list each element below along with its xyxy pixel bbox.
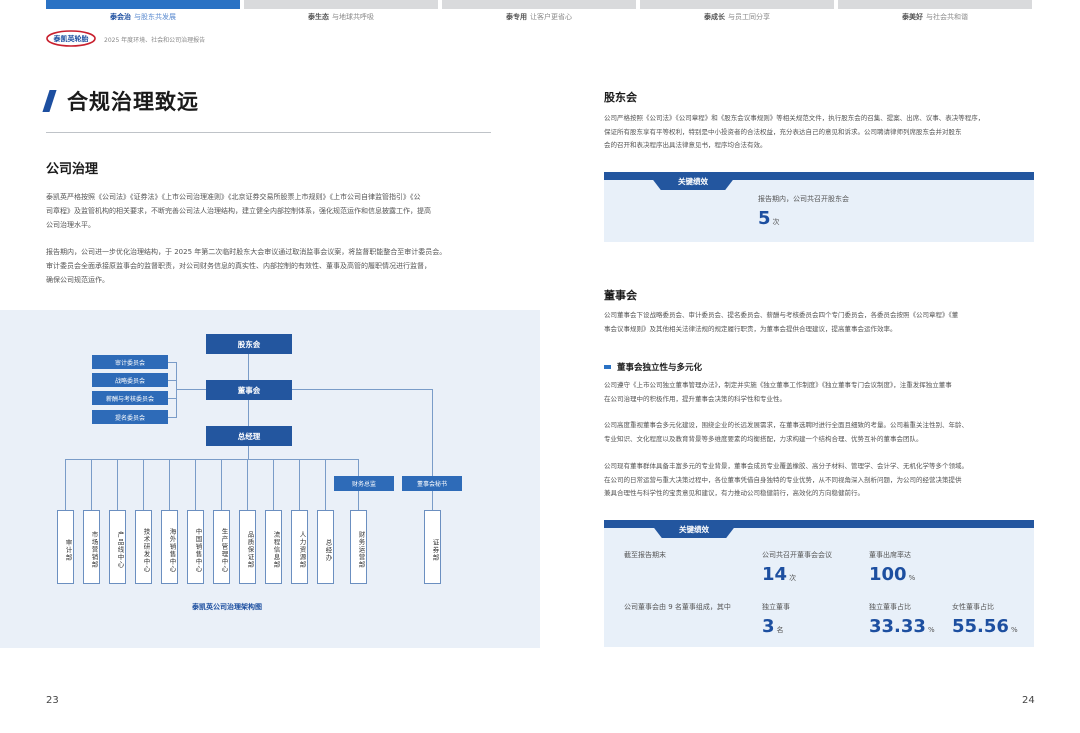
report-subtitle: 2025 年度环境、社会和公司治理报告 <box>104 37 206 44</box>
subheading-board-diversity: 董事会独立性与多元化 <box>604 361 702 373</box>
org-node-shareholders-meeting: 股东会 <box>206 334 292 354</box>
org-line <box>168 362 176 363</box>
governance-paragraph-2: 报告期内，公司进一步优化治理结构，于 2025 年第二次临时股东大会审议通过取消… <box>46 248 447 284</box>
kpi-female-ratio-label: 女性董事占比 <box>952 603 994 611</box>
org-line <box>325 459 326 510</box>
kpi-label: 报告期内，公司共召开股东会 <box>758 195 849 203</box>
section-heading-shareholders: 股东会 <box>604 91 637 104</box>
tab-label-4[interactable]: 泰成长 与员工同分享 <box>640 12 834 22</box>
org-line <box>299 459 300 510</box>
kpi-board-composition: 公司董事会由 9 名董事组成，其中 <box>624 603 731 611</box>
page-title: 合规治理致远 <box>42 86 199 116</box>
org-line <box>176 362 177 418</box>
section-tabs: 泰会治 与股东共发展 泰生态 与地球共呼吸 泰专用 让客户更省心 泰成长 与员工同分享 … <box>46 0 1080 32</box>
kpi-independent-ratio-value: 33.33% <box>869 616 935 637</box>
org-line <box>169 459 170 510</box>
kpi-meetings-value: 14 次 <box>762 564 797 585</box>
org-dept: 审计部 <box>57 510 74 584</box>
org-committee-remuneration: 薪酬与考核委员会 <box>92 391 168 405</box>
page-number-right: 24 <box>1022 695 1035 706</box>
section-heading-governance: 公司治理 <box>46 162 99 177</box>
kpi-tab-label: 关键绩效 <box>648 520 740 538</box>
org-dept: 证券部 <box>424 510 441 584</box>
kpi-female-ratio-value: 55.56% <box>952 616 1018 637</box>
org-line <box>168 398 176 399</box>
kpi-value: 5次 <box>758 208 780 229</box>
org-dept: 中国销售中心 <box>187 510 204 584</box>
tab-label-2[interactable]: 泰生态 与地球共呼吸 <box>244 12 438 22</box>
org-dept: 技术研发中心 <box>135 510 152 584</box>
svg-text:泰凯英轮胎: 泰凯英轮胎 <box>53 34 89 43</box>
org-node-general-manager: 总经理 <box>206 426 292 446</box>
tab-label-5[interactable]: 泰美好 与社会共和谐 <box>838 12 1032 22</box>
org-line <box>292 389 433 390</box>
kpi-panel-board: 关键绩效 截至报告期末 公司董事会由 9 名董事组成，其中 公司共召开董事会会议… <box>604 520 1034 647</box>
kpi-panel-shareholders: 关键绩效 报告期内，公司共召开股东会 5次 <box>604 172 1034 242</box>
org-dept: 人力资源部 <box>291 510 308 584</box>
kpi-attendance-label: 董事出席率达 <box>869 551 911 559</box>
kpi-independent-ratio-label: 独立董事占比 <box>869 603 911 611</box>
org-node-board: 董事会 <box>206 380 292 400</box>
org-line <box>358 459 359 476</box>
tab-bar-5[interactable] <box>838 0 1032 9</box>
org-line <box>176 389 206 390</box>
org-committee-strategy: 战略委员会 <box>92 373 168 387</box>
org-dept: 财务运营部 <box>350 510 367 584</box>
org-line <box>248 446 249 459</box>
tab-bar-1[interactable] <box>46 0 240 9</box>
bullet-icon <box>604 365 611 369</box>
org-line <box>143 459 144 510</box>
kpi-meetings-label: 公司共召开董事会会议 <box>762 551 832 559</box>
org-line <box>168 380 176 381</box>
kpi-tab-label: 关键绩效 <box>647 172 739 190</box>
org-line <box>358 491 359 510</box>
org-dept: 品质保证部 <box>239 510 256 584</box>
kpi-attendance-value: 100% <box>869 564 916 585</box>
section-heading-board: 董事会 <box>604 289 637 302</box>
governance-paragraph-1: 泰凯英严格按照《公司法》《证券法》《上市公司治理准则》《北京证券交易所股票上市规… <box>46 193 431 229</box>
org-line <box>117 459 118 510</box>
tab-bar-4[interactable] <box>640 0 834 9</box>
company-logo: 泰凯英轮胎 <box>46 30 96 47</box>
page-number-left: 23 <box>46 695 59 706</box>
org-line <box>65 459 359 460</box>
tab-label-3[interactable]: 泰专用 让客户更省心 <box>442 12 636 22</box>
tab-label-1[interactable]: 泰会治 与股东共发展 <box>46 12 240 22</box>
org-dept: 产品线中心 <box>109 510 126 584</box>
kpi-independent-label: 独立董事 <box>762 603 790 611</box>
org-line <box>273 459 274 510</box>
org-line <box>247 459 248 510</box>
org-committee-audit: 审计委员会 <box>92 355 168 369</box>
org-line <box>91 459 92 510</box>
org-line <box>168 417 176 418</box>
kpi-independent-value: 3名 <box>762 616 784 637</box>
expertise-paragraph: 公司现有董事群体具备丰富多元的专业背景，董事会成员专业覆盖橡胶、高分子材料、管理… <box>604 462 968 497</box>
independence-paragraph: 公司遵守《上市公司独立董事管理办法》，制定并实施《独立董事工作制度》《独立董事专… <box>604 381 952 403</box>
org-line <box>432 491 433 510</box>
tab-bar-3[interactable] <box>442 0 636 9</box>
title-divider <box>46 132 491 133</box>
org-line <box>221 459 222 510</box>
org-dept: 海外销售中心 <box>161 510 178 584</box>
tab-bar-2[interactable] <box>244 0 438 9</box>
org-chart-caption: 泰凯英公司治理架构图 <box>192 603 262 611</box>
org-node-board-secretary: 董事会秘书 <box>402 476 462 491</box>
org-dept: 总经办 <box>317 510 334 584</box>
org-dept: 市场营销部 <box>83 510 100 584</box>
title-slash-icon <box>42 90 57 112</box>
board-paragraph: 公司董事会下设战略委员会、审计委员会、提名委员会、薪酬与考核委员会四个专门委员会… <box>604 311 959 333</box>
shareholders-paragraph: 公司严格按照《公司法》《公司章程》和《股东会议事规则》等相关规范文件，执行股东会… <box>604 114 985 149</box>
org-committee-nomination: 提名委员会 <box>92 410 168 424</box>
org-line <box>195 459 196 510</box>
org-dept: 流程信息部 <box>265 510 282 584</box>
org-line <box>65 459 66 510</box>
kpi-period-label: 截至报告期末 <box>624 551 666 559</box>
diversity-paragraph: 公司高度重视董事会多元化建设，围绕企业的长远发展需求，在董事选聘时进行全面且细致… <box>604 421 968 443</box>
org-dept: 生产管理中心 <box>213 510 230 584</box>
org-line <box>432 389 433 476</box>
org-node-cfo: 财务总监 <box>334 476 394 491</box>
